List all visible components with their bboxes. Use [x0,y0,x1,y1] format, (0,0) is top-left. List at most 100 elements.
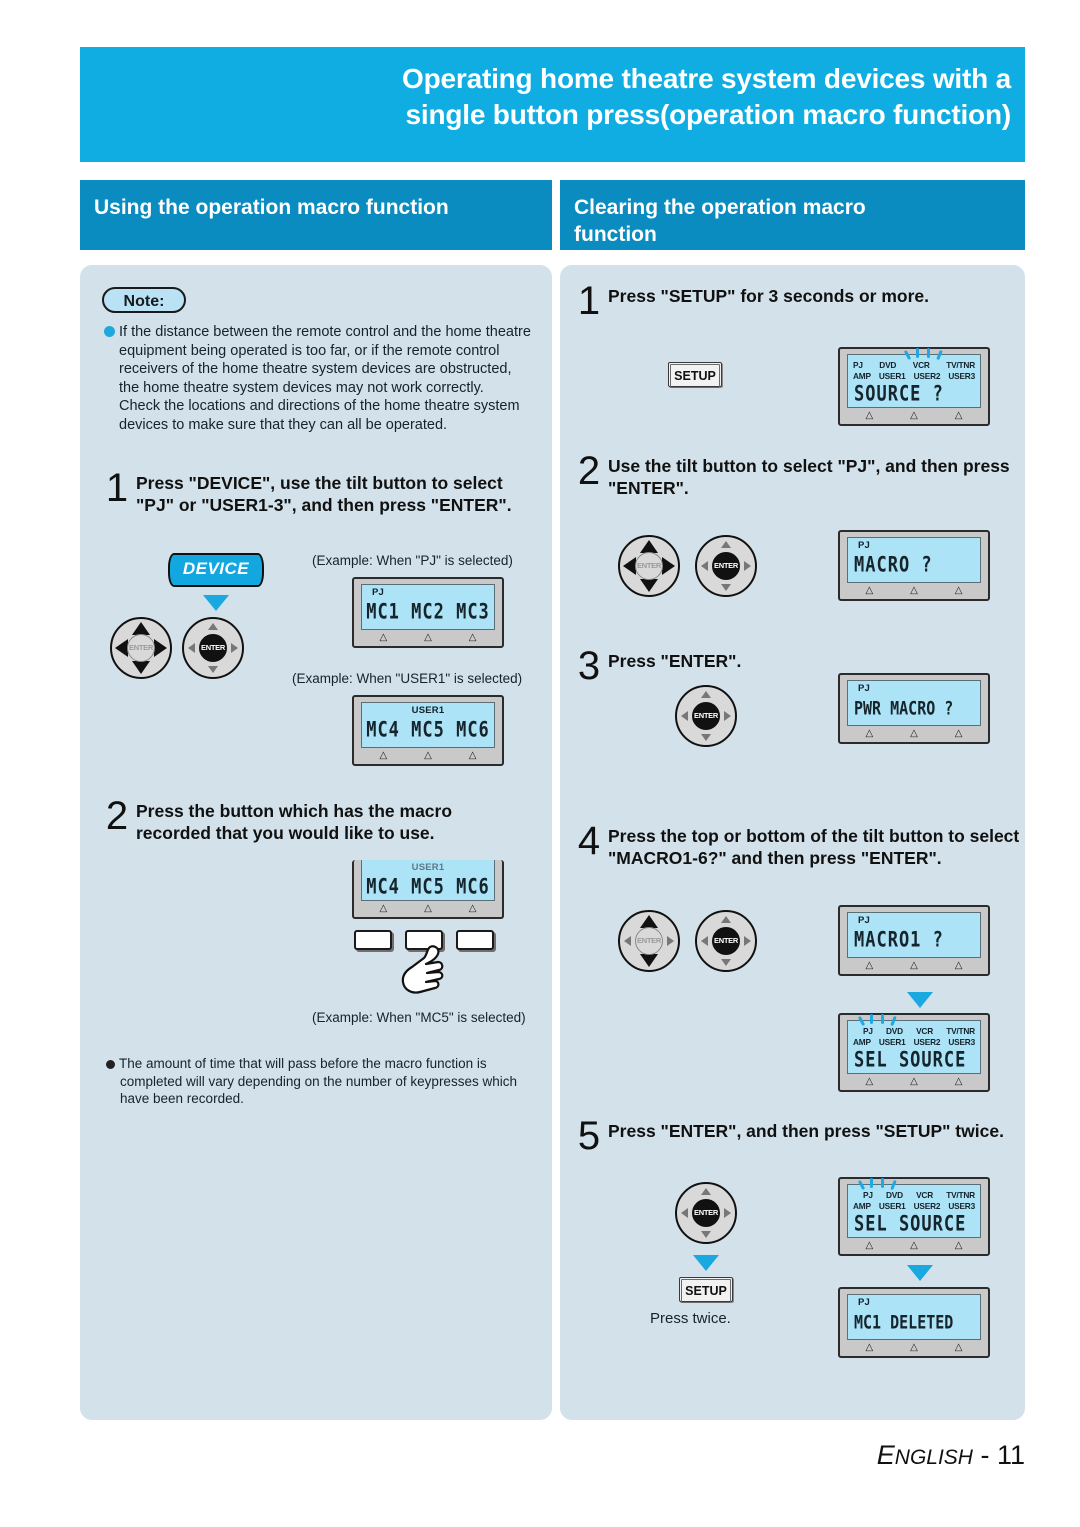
lcd-frame: PJ MC1 MC2 MC3 △ △ △ [352,577,504,648]
page-header-banner: Operating home theatre system devices wi… [80,47,1025,162]
note-badge: Note: [102,287,186,313]
tilt-right-arrow-icon[interactable] [724,1208,731,1218]
softkey-marker-3: △ [468,903,477,914]
lcd-softkey-markers: △ △ △ [847,726,981,740]
tilt-left-arrow-icon[interactable] [701,561,708,571]
enter-button-pad[interactable]: ENTER [675,685,737,747]
blink-spark-icon [903,349,912,361]
softkey-marker-2: △ [910,410,918,421]
lcd-glass: USER1 MC4 MC5 MC6 [361,702,495,748]
softkey-marker-3: △ [954,1240,963,1251]
tilt-button-pad[interactable]: ENTER [618,535,680,597]
softkey-marker-3: △ [954,728,963,739]
tilt-left-arrow-icon[interactable] [701,936,708,946]
left-step-2-number: 2 [105,794,129,838]
softkey-marker-2: △ [424,632,432,643]
right-step-4-number: 4 [577,819,601,863]
right-step-3-text: Press "ENTER". [608,651,742,671]
setup-button[interactable]: SETUP [679,1277,733,1303]
tilt-down-arrow-icon[interactable] [701,1231,711,1238]
blink-spark-icon [936,349,943,361]
enter-button-pad[interactable]: ENTER [695,535,757,597]
tilt-down-arrow-icon[interactable] [721,959,731,966]
tilt-down-arrow-icon[interactable] [640,579,658,592]
lcd-display-mc1-deleted: PJ MC1 DELETED △ △ △ [838,1287,990,1358]
tilt-up-arrow-icon[interactable] [721,916,731,923]
bullet-icon [104,326,115,337]
macro-softkey-mc4[interactable] [354,930,392,950]
tilt-left-arrow-icon[interactable] [188,643,195,653]
tilt-right-arrow-icon[interactable] [744,561,751,571]
softkey-marker-2: △ [910,728,918,739]
lcd-frame: USER1 MC4 MC5 MC6 △ △ △ [352,860,504,919]
tilt-down-arrow-icon[interactable] [208,666,218,673]
tilt-right-arrow-icon[interactable] [744,936,751,946]
device-button[interactable]: DEVICE [168,553,264,591]
right-content-panel: 1 Press "SETUP" for 3 seconds or more. S… [560,265,1025,1420]
tilt-down-arrow-icon[interactable] [701,734,711,741]
tilt-right-arrow-icon[interactable] [231,643,238,653]
softkey-marker-2: △ [910,1240,918,1251]
softkey-marker-1: △ [865,410,874,421]
left-step-2-text: Press the button which has the macro rec… [136,801,453,843]
tilt-button-pad[interactable]: ENTER [110,617,172,679]
macro-softkey-mc6[interactable] [456,930,494,950]
lcd-frame: USER1 MC4 MC5 MC6 △ △ △ [352,695,504,766]
flow-arrow-down-icon [907,992,933,1008]
section-heading-using-label: Using the operation macro function [94,196,449,219]
tilt-down-arrow-icon[interactable] [721,584,731,591]
tilt-right-arrow-icon[interactable] [662,557,675,575]
left-step-1-number: 1 [105,466,129,510]
softkey-marker-3: △ [954,410,963,421]
tilt-up-arrow-icon[interactable] [208,623,218,630]
tilt-left-arrow-icon[interactable] [681,711,688,721]
page-title-line2: single button press(operation macro func… [405,99,1012,130]
footer-language-initial: E [876,1440,895,1470]
tilt-right-arrow-icon[interactable] [154,639,167,657]
right-step-2-text: Use the tilt button to select "PJ", and … [608,456,1010,498]
tilt-button-pad[interactable]: ENTER [618,910,680,972]
blink-spark-icon [870,1014,873,1024]
softkey-marker-1: △ [379,632,388,643]
left-step-1-text: Press "DEVICE", use the tilt button to s… [136,473,512,515]
blink-spark-icon [857,1015,866,1027]
setup-button[interactable]: SETUP [668,362,722,388]
enter-button-pad[interactable]: ENTER [695,910,757,972]
blink-spark-icon [916,348,919,358]
softkey-marker-3: △ [954,1076,963,1087]
tilt-up-arrow-icon[interactable] [701,691,711,698]
section-heading-using: Using the operation macro function [80,180,552,250]
enter-button-pad[interactable]: ENTER [182,617,244,679]
lcd-display-pj: PJ MC1 MC2 MC3 △ △ △ [352,577,504,648]
tilt-down-arrow-icon[interactable] [640,954,658,967]
note-paragraph-2: Check the locations and directions of th… [119,398,520,433]
lcd-softkey-markers: △ △ △ [361,630,495,644]
lcd-softkey-markers: △ △ △ [847,583,981,597]
enter-button-label: ENTER [694,711,718,720]
softkey-marker-2: △ [910,1342,918,1353]
lcd-frame: PJ MACRO ? △ △ △ [838,530,990,601]
lcd-display-macro: PJ MACRO ? △ △ △ [838,530,990,601]
tilt-left-arrow-icon[interactable] [681,1208,688,1218]
tilt-down-arrow-icon[interactable] [132,661,150,674]
tilt-right-arrow-icon[interactable] [724,711,731,721]
section-heading-clearing-label-line2: function [574,223,657,246]
note-body: If the distance between the remote contr… [104,323,534,435]
enter-button-pad[interactable]: ENTER [675,1182,737,1244]
caption-example-user1: (Example: When "USER1" is selected) [292,671,523,686]
lcd-segment-text: SEL SOURCE [854,1047,967,1073]
lcd-segment-text: MC4 MC5 MC6 [366,874,490,900]
tilt-up-arrow-icon[interactable] [721,541,731,548]
lcd-glass: PJ DVD VCR TV/TNR AMP USER1 USER2 USER3 … [847,1014,981,1074]
enter-button-label: ENTER [637,561,661,570]
softkey-marker-1: △ [865,960,874,971]
blink-spark-icon [857,1179,866,1191]
tilt-up-arrow-icon[interactable] [701,1188,711,1195]
enter-button-label: ENTER [201,643,225,652]
lcd-frame: PJ DVD VCR TV/TNR AMP USER1 USER2 USER3 … [838,347,990,426]
softkey-marker-1: △ [379,750,388,761]
lcd-softkey-markers: △ △ △ [847,1340,981,1354]
tilt-right-arrow-icon[interactable] [667,936,674,946]
tilt-left-arrow-icon[interactable] [624,936,631,946]
lcd-frame: PJ MC1 DELETED △ △ △ [838,1287,990,1358]
